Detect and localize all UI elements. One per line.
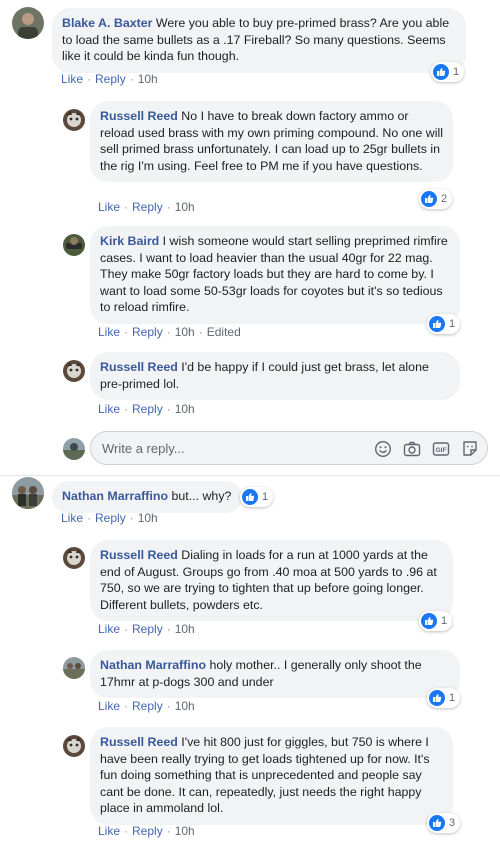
avatar[interactable] <box>63 234 85 256</box>
gif-icon[interactable]: GIF <box>432 440 450 458</box>
timestamp[interactable]: 10h <box>175 824 195 838</box>
comment-author[interactable]: Nathan Marraffino <box>62 489 168 503</box>
avatar[interactable] <box>63 735 85 757</box>
comment-bubble: Russell Reed Dialing in loads for a run … <box>90 540 453 621</box>
avatar[interactable] <box>63 109 85 131</box>
reply-link[interactable]: Reply <box>132 200 163 214</box>
like-icon <box>242 489 258 505</box>
reply-input[interactable]: Write a reply... GIF <box>90 431 488 465</box>
comment-text: but... why? <box>171 489 232 503</box>
reply-link[interactable]: Reply <box>132 824 163 838</box>
comment-actions: Like · Reply · 10h <box>98 622 195 636</box>
reaction-count[interactable]: 1 <box>419 611 453 631</box>
edited-label[interactable]: Edited <box>207 325 241 339</box>
reaction-count[interactable]: 1 <box>427 314 461 334</box>
reaction-number: 1 <box>449 318 456 330</box>
like-link[interactable]: Like <box>61 511 83 525</box>
comment-actions: Like · Reply · 10h · Edited <box>98 325 241 339</box>
like-icon <box>429 316 445 332</box>
reaction-count[interactable]: 1 <box>427 688 461 708</box>
like-link[interactable]: Like <box>98 325 120 339</box>
comment-actions: Like · Reply · 10h <box>98 200 195 214</box>
comment-author[interactable]: Russell Reed <box>100 548 178 562</box>
emoji-icon[interactable] <box>374 440 392 458</box>
like-icon <box>421 191 437 207</box>
reply-link[interactable]: Reply <box>132 622 163 636</box>
like-link[interactable]: Like <box>98 824 120 838</box>
like-link[interactable]: Like <box>98 200 120 214</box>
comment-actions: Like · Reply · 10h <box>98 699 195 713</box>
avatar[interactable] <box>12 7 44 39</box>
comment-bubble: Nathan Marraffino holy mother.. I genera… <box>90 650 460 698</box>
timestamp[interactable]: 10h <box>138 72 158 86</box>
comment-bubble: Russell Reed I've hit 800 just for giggl… <box>90 727 453 825</box>
reaction-number: 1 <box>262 491 269 503</box>
reply-toolbar: GIF <box>374 440 479 458</box>
reply-link[interactable]: Reply <box>132 402 163 416</box>
comment-actions: Like · Reply · 10h <box>61 511 158 525</box>
reply-link[interactable]: Reply <box>132 325 163 339</box>
comment-author[interactable]: Russell Reed <box>100 109 178 123</box>
reaction-number: 1 <box>453 66 460 78</box>
like-link[interactable]: Like <box>61 72 83 86</box>
comment-actions: Like · Reply · 10h <box>98 824 195 838</box>
comment-actions: Like · Reply · 10h <box>98 402 195 416</box>
camera-icon[interactable] <box>403 440 421 458</box>
like-link[interactable]: Like <box>98 622 120 636</box>
comment-author[interactable]: Kirk Baird <box>100 234 159 248</box>
comment-author[interactable]: Nathan Marraffino <box>100 658 206 672</box>
timestamp[interactable]: 10h <box>175 325 195 339</box>
comment-bubble: Russell Reed I'd be happy if I could jus… <box>90 352 460 400</box>
sticker-icon[interactable] <box>461 440 479 458</box>
timestamp[interactable]: 10h <box>175 699 195 713</box>
reaction-number: 1 <box>441 615 448 627</box>
comment-author[interactable]: Russell Reed <box>100 735 178 749</box>
reaction-number: 1 <box>449 692 456 704</box>
avatar[interactable] <box>63 657 85 679</box>
avatar[interactable] <box>12 477 44 509</box>
divider <box>0 475 500 476</box>
like-icon <box>429 815 445 831</box>
timestamp[interactable]: 10h <box>175 200 195 214</box>
comment-bubble: Nathan Marraffino but... why? <box>52 481 242 513</box>
like-icon <box>429 690 445 706</box>
like-link[interactable]: Like <box>98 699 120 713</box>
comment-bubble: Russell Reed No I have to break down fac… <box>90 101 453 182</box>
reaction-count[interactable]: 1 <box>240 487 274 507</box>
reaction-count[interactable]: 1 <box>431 62 465 82</box>
comment-author[interactable]: Russell Reed <box>100 360 178 374</box>
comment-author[interactable]: Blake A. Baxter <box>62 16 152 30</box>
reply-link[interactable]: Reply <box>95 72 126 86</box>
like-link[interactable]: Like <box>98 402 120 416</box>
comment-bubble: Kirk Baird I wish someone would start se… <box>90 226 460 324</box>
like-icon <box>421 613 437 629</box>
reply-placeholder: Write a reply... <box>102 441 185 456</box>
reply-link[interactable]: Reply <box>132 699 163 713</box>
reaction-count[interactable]: 2 <box>419 189 453 209</box>
svg-text:GIF: GIF <box>436 447 447 454</box>
avatar[interactable] <box>63 547 85 569</box>
reaction-count[interactable]: 3 <box>427 813 461 833</box>
timestamp[interactable]: 10h <box>175 402 195 416</box>
avatar[interactable] <box>63 360 85 382</box>
reaction-number: 2 <box>441 193 448 205</box>
timestamp[interactable]: 10h <box>138 511 158 525</box>
like-icon <box>433 64 449 80</box>
comment-bubble: Blake A. Baxter Were you able to buy pre… <box>52 8 466 73</box>
current-user-avatar <box>63 438 85 460</box>
reaction-number: 3 <box>449 817 456 829</box>
reply-link[interactable]: Reply <box>95 511 126 525</box>
timestamp[interactable]: 10h <box>175 622 195 636</box>
comment-actions: Like · Reply · 10h <box>61 72 158 86</box>
